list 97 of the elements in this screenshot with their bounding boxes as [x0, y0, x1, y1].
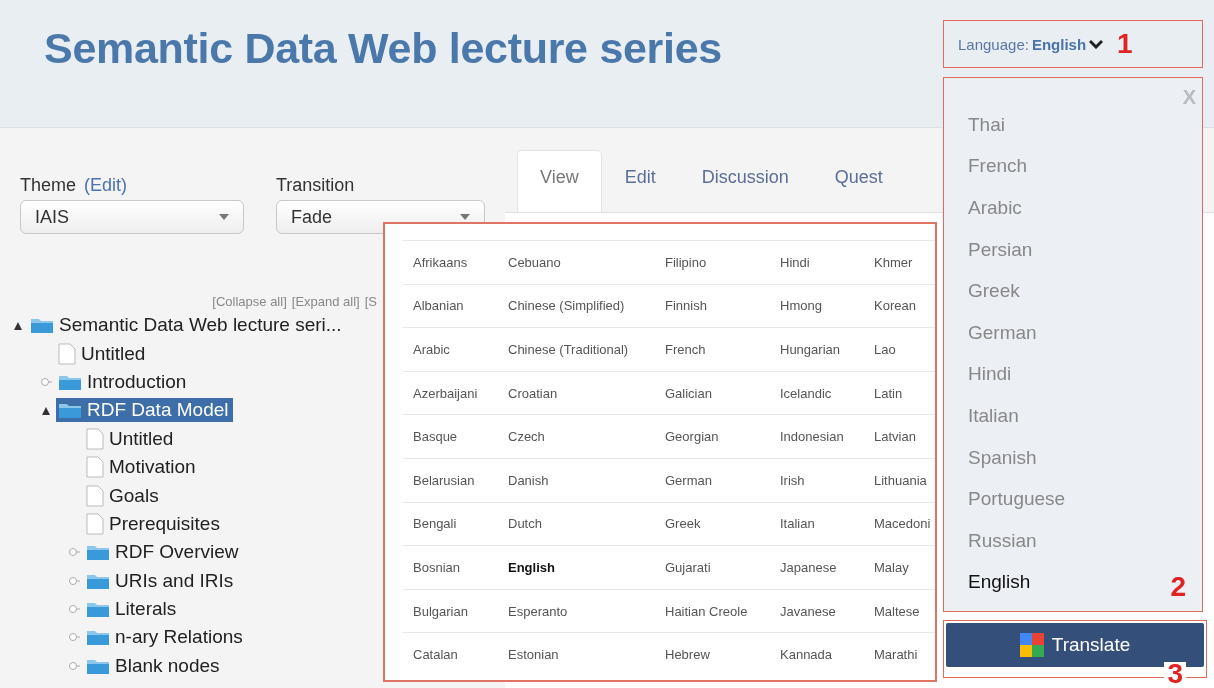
expand-toggle-icon[interactable]	[68, 574, 80, 587]
language-option[interactable]: Marathi	[874, 647, 935, 663]
language-option[interactable]: Malay	[874, 559, 935, 575]
language-option[interactable]: Belarusian	[413, 472, 508, 488]
expand-toggle-icon[interactable]	[68, 546, 80, 559]
language-option[interactable]: Finnish	[665, 298, 780, 314]
folder-icon	[86, 543, 110, 562]
language-option[interactable]: Azerbaijani	[413, 385, 508, 401]
language-option[interactable]: Chinese (Traditional)	[508, 342, 665, 357]
page-icon	[86, 427, 104, 450]
language-option[interactable]: Albanian	[413, 298, 508, 314]
translate-logo-icon	[1019, 633, 1044, 657]
language-option[interactable]: Icelandic	[780, 385, 874, 401]
expand-toggle-icon[interactable]	[68, 659, 80, 672]
tree-item[interactable]: Literals	[84, 597, 181, 622]
tree-item[interactable]: Semantic Data Web lecture seri...	[28, 313, 346, 338]
tree-item[interactable]: n-ary Relations	[84, 625, 247, 650]
language-option[interactable]: Italian	[780, 516, 874, 532]
expand-toggle-icon[interactable]	[68, 603, 80, 616]
transition-label: Transition	[276, 175, 356, 196]
tree-item[interactable]: Motivation	[84, 455, 200, 480]
tab[interactable]: Edit	[601, 150, 679, 212]
language-option[interactable]: Croatian	[508, 385, 665, 401]
language-option[interactable]: Esperanto	[508, 603, 665, 619]
language-option[interactable]: Javanese	[780, 603, 874, 619]
callout-number: 1	[1117, 28, 1133, 60]
tree-item[interactable]: RDF Data Model	[56, 398, 233, 423]
callout-number: 2	[1170, 571, 1186, 603]
language-option[interactable]: English	[508, 559, 665, 575]
language-menu-item[interactable]: English	[968, 561, 1031, 604]
language-option[interactable]: Catalan	[413, 647, 508, 663]
language-option[interactable]: Indonesian	[780, 429, 874, 445]
language-option[interactable]: Latin	[874, 385, 935, 401]
tree-item[interactable]: Prerequisites	[84, 511, 224, 536]
language-option[interactable]: Czech	[508, 429, 665, 445]
page-icon	[86, 484, 104, 507]
language-option[interactable]: Dutch	[508, 516, 665, 532]
page-icon	[58, 342, 76, 365]
theme-select[interactable]: IAIS	[20, 200, 244, 234]
language-option[interactable]: German	[665, 472, 780, 488]
tree-item[interactable]: Goals	[84, 483, 163, 508]
tree-item[interactable]: URIs and IRIs	[84, 568, 238, 593]
tab[interactable]: View	[517, 150, 602, 212]
page-icon	[86, 456, 104, 479]
language-option[interactable]: Gujarati	[665, 559, 780, 575]
language-option[interactable]: Galician	[665, 385, 780, 401]
language-option[interactable]: Irish	[780, 472, 874, 488]
edit-link[interactable]: (Edit)	[84, 175, 128, 195]
language-option[interactable]: French	[665, 342, 780, 357]
chevron-down-icon	[1089, 39, 1104, 49]
language-option[interactable]: Latvian	[874, 429, 935, 445]
language-option[interactable]: Korean	[874, 298, 935, 314]
language-option[interactable]: Japanese	[780, 559, 874, 575]
dropdown-caret-icon	[460, 214, 470, 220]
language-option[interactable]: Hmong	[780, 298, 874, 314]
language-option[interactable]: Maltese	[874, 603, 935, 619]
language-option[interactable]: Cebuano	[508, 254, 665, 270]
expand-toggle-icon[interactable]	[68, 631, 80, 644]
tree-item[interactable]: RDF Overview	[84, 540, 243, 565]
language-option[interactable]: Arabic	[413, 342, 508, 357]
language-option[interactable]: Bulgarian	[413, 603, 508, 619]
expand-toggle-icon[interactable]	[40, 375, 52, 388]
folder-icon	[30, 316, 54, 335]
language-option[interactable]: Basque	[413, 429, 508, 445]
language-option[interactable]: Afrikaans	[413, 254, 508, 270]
language-option[interactable]: Khmer	[874, 254, 935, 270]
language-selector[interactable]: Language: English	[958, 35, 1104, 53]
tree-item[interactable]: Untitled	[84, 426, 178, 451]
tree-item[interactable]: Blank nodes	[84, 653, 224, 678]
language-option[interactable]: Lao	[874, 342, 935, 357]
folder-icon	[58, 401, 82, 420]
theme-label: Theme (Edit)	[20, 175, 129, 196]
language-option[interactable]: Macedoni	[874, 516, 935, 532]
language-option[interactable]: Hungarian	[780, 342, 874, 357]
folder-icon	[86, 600, 110, 619]
language-option[interactable]: Filipino	[665, 254, 780, 270]
tree-item[interactable]: Introduction	[56, 369, 191, 394]
page-title: Semantic Data Web lecture series	[44, 24, 722, 73]
tab[interactable]: Discussion	[678, 150, 812, 212]
language-option[interactable]: Chinese (Simplified)	[508, 298, 665, 314]
language-option[interactable]: Bosnian	[413, 559, 508, 575]
folder-icon	[86, 628, 110, 647]
language-option[interactable]: Haitian Creole	[665, 603, 780, 619]
tab[interactable]: Quest	[811, 150, 906, 212]
page-icon	[86, 512, 104, 535]
callout-number: 3	[1164, 662, 1186, 686]
language-option[interactable]: Hindi	[780, 254, 874, 270]
dropdown-caret-icon	[219, 214, 229, 220]
language-option[interactable]: Greek	[665, 516, 780, 532]
language-option[interactable]: Hebrew	[665, 647, 780, 663]
language-option[interactable]: Danish	[508, 472, 665, 488]
language-option[interactable]: Lithuania	[874, 472, 935, 488]
tree-item[interactable]: Untitled	[56, 341, 150, 366]
language-option[interactable]: Kannada	[780, 647, 874, 663]
language-option[interactable]: Bengali	[413, 516, 508, 532]
language-option[interactable]: Georgian	[665, 429, 780, 445]
language-option[interactable]: Estonian	[508, 647, 665, 663]
